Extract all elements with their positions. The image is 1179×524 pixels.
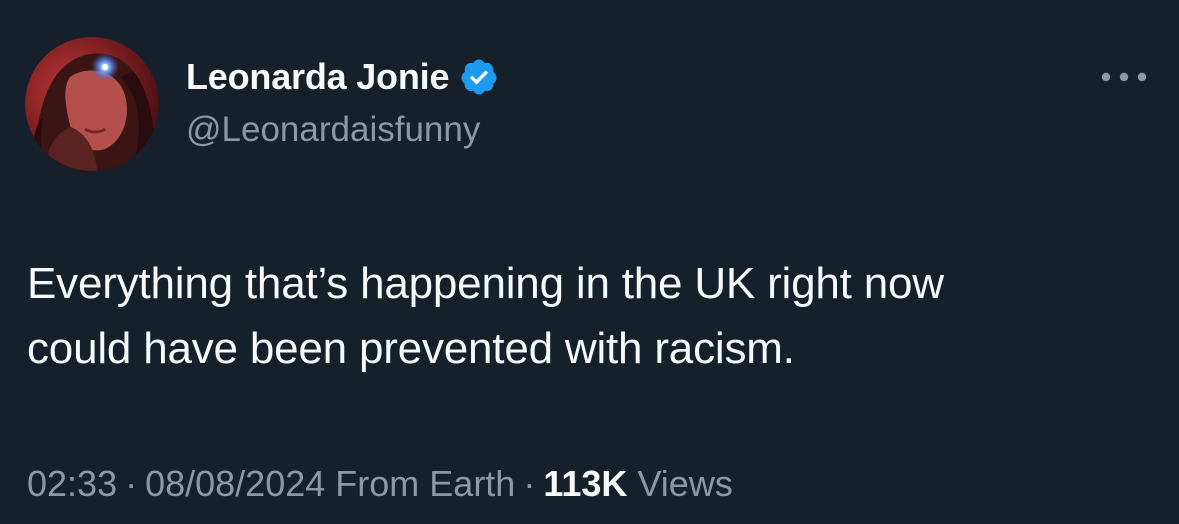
author-name-row: Leonarda Jonie — [186, 54, 499, 100]
more-options-icon[interactable] — [1098, 62, 1150, 92]
views-label[interactable]: Views — [637, 463, 732, 504]
tweet-card: Leonarda Jonie @Leonardaisfunny Everythi… — [0, 0, 1179, 524]
tweet-meta: 02:33 · 08/08/2024 From Earth · 113K Views — [27, 463, 733, 505]
tweet-text: Everything that’s happening in the UK ri… — [27, 251, 1157, 381]
tweet-time[interactable]: 02:33 — [27, 463, 117, 504]
tweet-date[interactable]: 08/08/2024 — [145, 463, 325, 504]
verified-badge-icon — [459, 57, 499, 97]
avatar-image — [25, 37, 159, 171]
tweet-source: From Earth — [335, 463, 516, 504]
views-count[interactable]: 113K — [543, 463, 627, 504]
meta-separator: · — [125, 463, 138, 504]
meta-separator: · — [523, 463, 536, 504]
tweet-text-line: could have been prevented with racism. — [27, 324, 795, 373]
author-display-name[interactable]: Leonarda Jonie — [186, 56, 449, 98]
avatar[interactable] — [25, 37, 159, 171]
author-handle[interactable]: @Leonardaisfunny — [186, 110, 480, 150]
tweet-text-line: Everything that’s happening in the UK ri… — [27, 259, 944, 308]
